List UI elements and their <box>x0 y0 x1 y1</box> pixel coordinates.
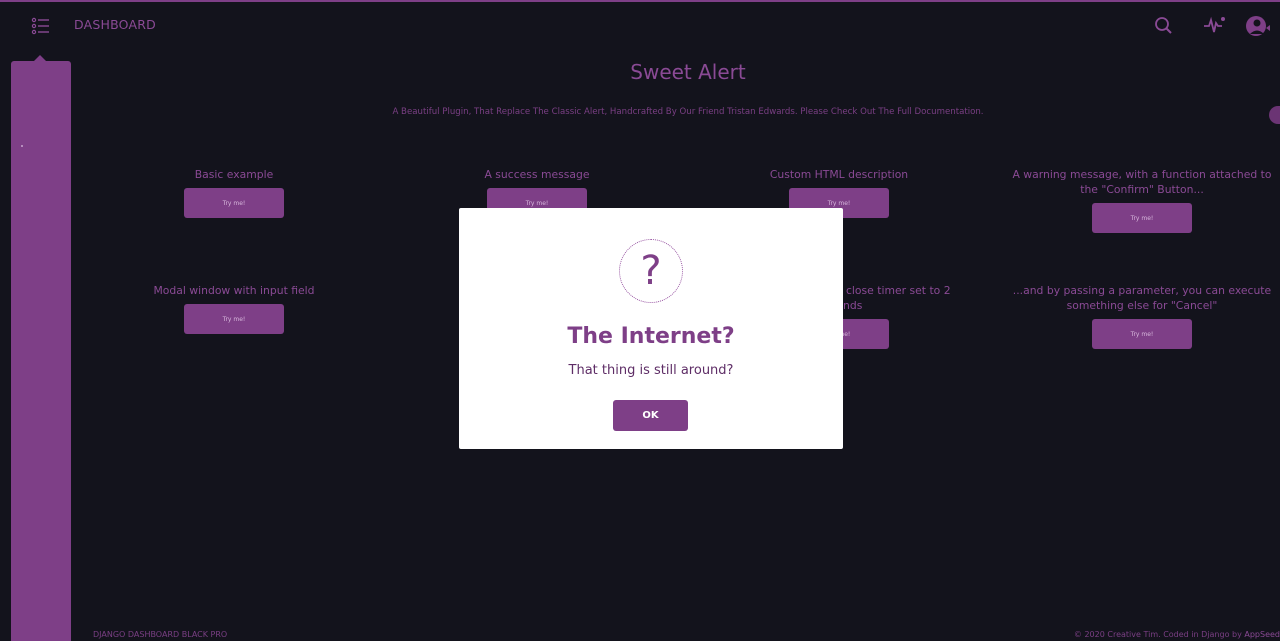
navbar: DASHBOARD <box>0 2 1280 48</box>
search-icon[interactable] <box>1152 14 1176 38</box>
sweet-alert-modal: ? The Internet? That thing is still arou… <box>459 208 843 449</box>
demo-label: Custom HTML description <box>769 168 909 181</box>
question-mark-glyph: ? <box>640 248 662 294</box>
demo-label: Modal window with input field <box>153 284 315 297</box>
settings-gear-icon[interactable] <box>1269 106 1280 124</box>
avatar[interactable] <box>1245 14 1270 38</box>
list-menu-icon[interactable] <box>30 16 52 36</box>
try-basic-button[interactable]: Try me! <box>184 188 284 218</box>
modal-title: The Internet? <box>567 324 735 349</box>
question-icon: ? <box>619 239 683 303</box>
try-input-field-button[interactable]: Try me! <box>184 304 284 334</box>
demo-basic: Basic example Try me! <box>134 167 334 218</box>
demo-label: A warning message, with a function attac… <box>1012 168 1272 196</box>
demo-cancel-param: ...and by passing a parameter, you can e… <box>1012 283 1272 349</box>
footer-brand[interactable]: DJANGO DASHBOARD BLACK PRO <box>93 630 227 639</box>
demo-label: Basic example <box>194 168 274 181</box>
footer-appseed-link[interactable]: AppSeed <box>1244 630 1280 639</box>
sidebar-indicator <box>21 145 23 147</box>
demo-label: ...and by passing a parameter, you can e… <box>1012 284 1272 312</box>
ok-button[interactable]: OK <box>613 400 688 431</box>
navbar-brand[interactable]: DASHBOARD <box>74 17 156 32</box>
footer-copyright: © 2020 Creative Tim. Coded in Django by … <box>1074 630 1280 639</box>
footer-copyright-text: © 2020 Creative Tim. Coded in Django by <box>1073 630 1245 639</box>
page-description: A Beautiful Plugin, That Replace The Cla… <box>392 107 984 117</box>
try-warning-confirm-button[interactable]: Try me! <box>1092 203 1192 233</box>
demo-label: A success message <box>484 168 590 181</box>
try-cancel-param-button[interactable]: Try me! <box>1092 319 1192 349</box>
modal-text: That thing is still around? <box>568 363 734 378</box>
demo-warning-confirm: A warning message, with a function attac… <box>1012 167 1272 233</box>
demo-input-field: Modal window with input field Try me! <box>134 283 334 334</box>
page-title: Sweet Alert <box>630 60 746 84</box>
sidebar <box>11 61 71 641</box>
activity-icon[interactable] <box>1202 14 1226 38</box>
